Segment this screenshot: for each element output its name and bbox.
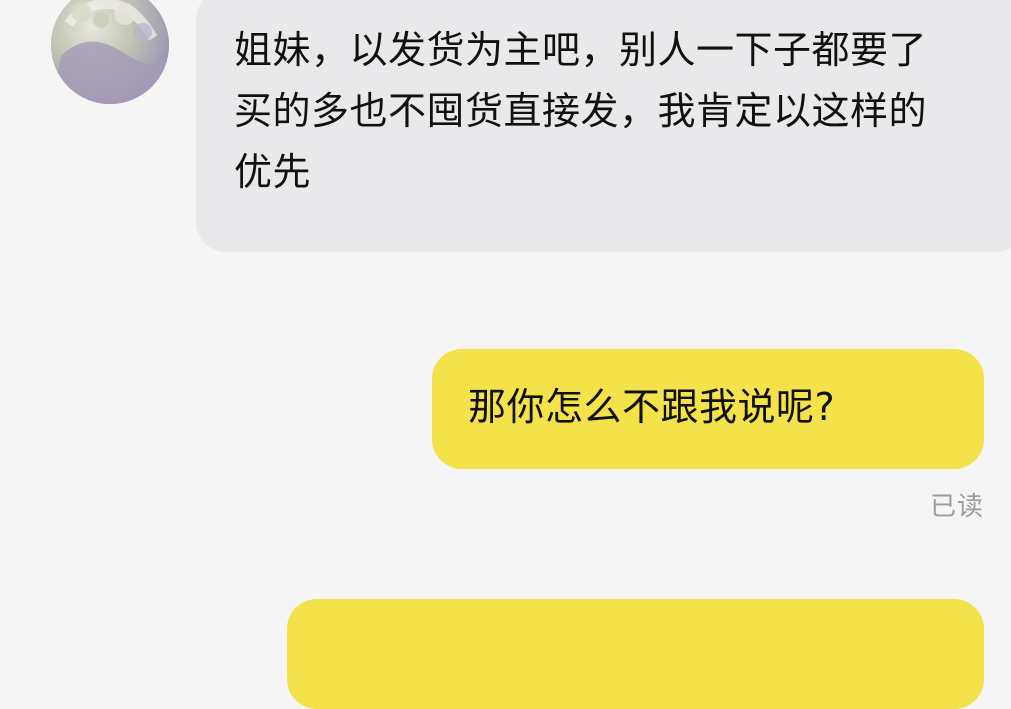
read-status-label: 已读 bbox=[929, 492, 984, 522]
incoming-message-text: 姐妹，以发货为主吧，别人一下子都要了买的多也不囤货直接发，我肯定以这样的优先 bbox=[234, 28, 928, 194]
avatar-photo-icon bbox=[51, 0, 169, 104]
outgoing-message-bubble[interactable]: 那你怎么不跟我说呢? bbox=[432, 349, 984, 469]
contact-avatar[interactable] bbox=[51, 0, 169, 104]
outgoing-message-bubble-partial[interactable] bbox=[287, 599, 984, 709]
chat-thread: 姐妹，以发货为主吧，别人一下子都要了买的多也不囤货直接发，我肯定以这样的优先 那… bbox=[0, 0, 1011, 709]
outgoing-message-text: 那你怎么不跟我说呢? bbox=[468, 385, 836, 429]
incoming-message-bubble[interactable]: 姐妹，以发货为主吧，别人一下子都要了买的多也不囤货直接发，我肯定以这样的优先 bbox=[196, 0, 1011, 252]
